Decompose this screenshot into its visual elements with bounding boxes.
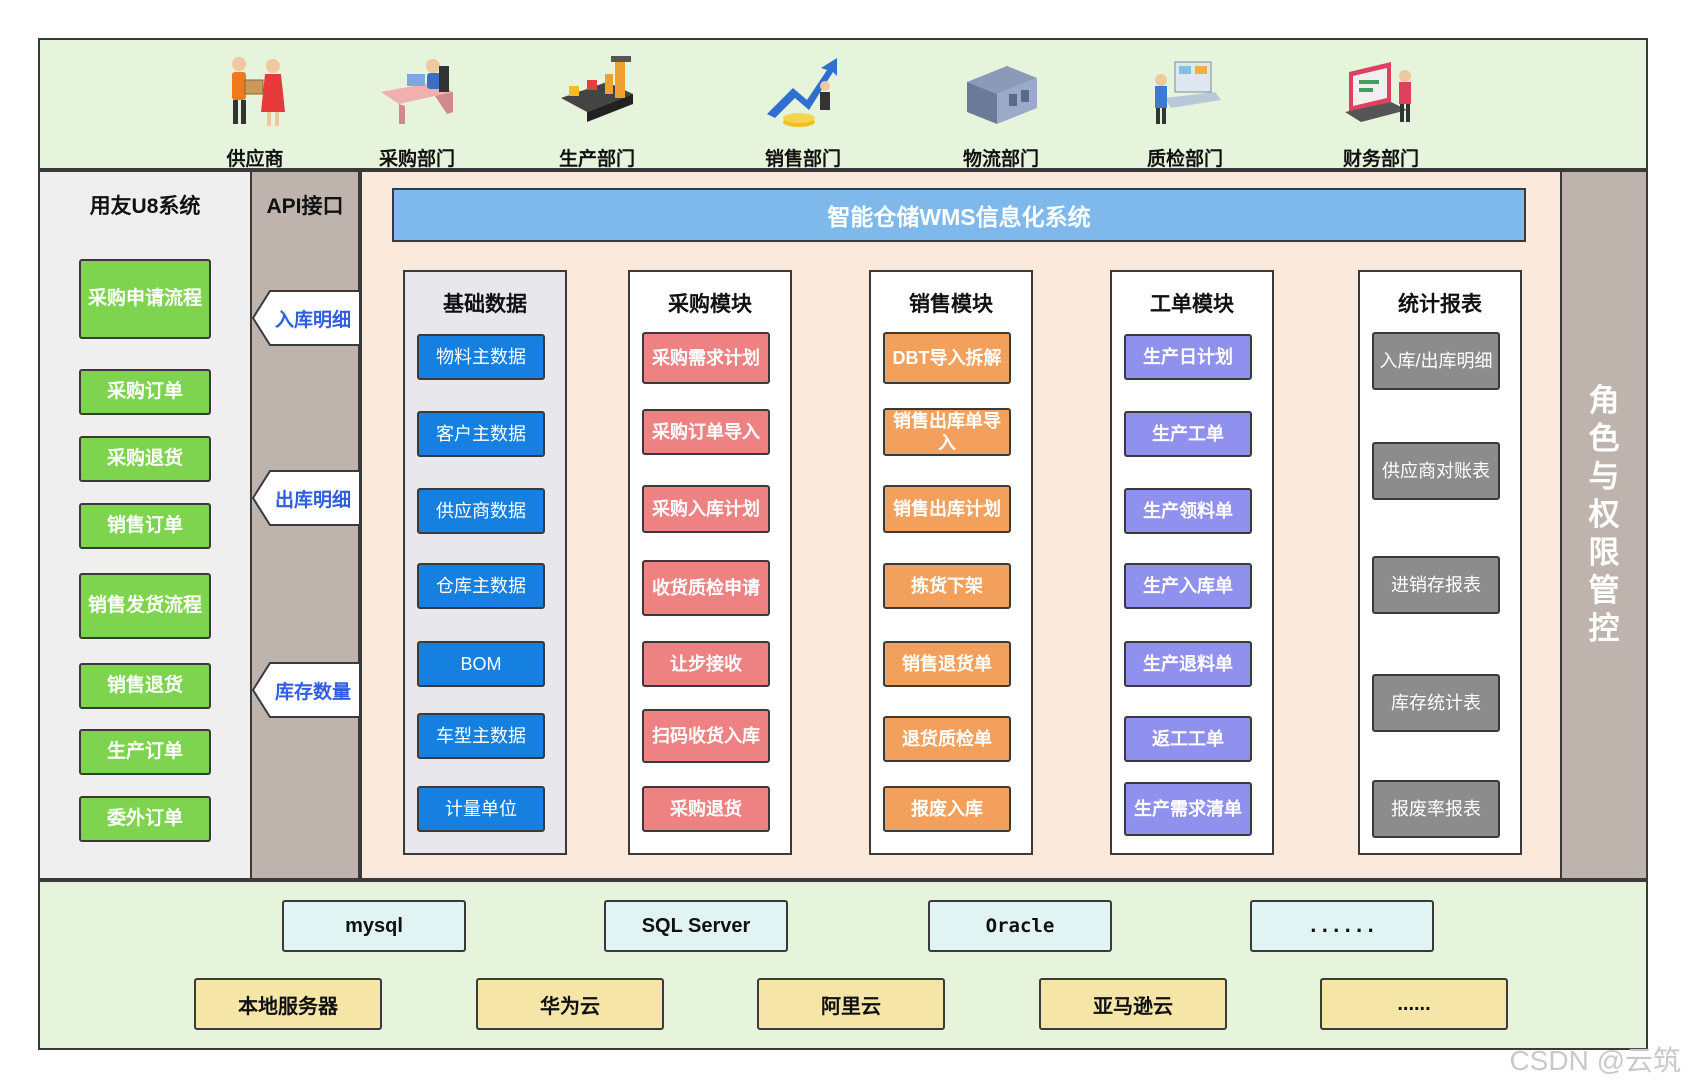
module-item: 销售出库单导入 (883, 408, 1011, 456)
module-item: 返工工单 (1124, 716, 1252, 762)
role-permission-column: 角色与权限管控 (1560, 170, 1648, 880)
department-bar: 供应商 采购部门 生产部门 销售部门 物流部门 质检部门 财务部门 (38, 38, 1648, 170)
module-basic-data: 基础数据 物料主数据 客户主数据 供应商数据 仓库主数据 BOM 车型主数据 计… (403, 270, 567, 855)
server-item: 阿里云 (757, 978, 945, 1030)
server-item: ...... (1320, 978, 1508, 1030)
module-title: 采购模块 (668, 293, 752, 316)
api-label-text: 库存数量 (274, 681, 351, 703)
wms-banner: 智能仓储WMS信息化系统 (392, 188, 1526, 242)
u8-item: 采购退货 (79, 436, 211, 482)
module-item: 生产领料单 (1124, 488, 1252, 534)
module-item: 库存统计表 (1372, 674, 1500, 732)
module-item: 销售出库计划 (883, 485, 1011, 533)
dept-supplier: 供应商 (190, 52, 320, 170)
dept-purchasing: 采购部门 (352, 52, 482, 170)
dept-label-quality: 质检部门 (1146, 149, 1223, 170)
db-item: SQL Server (604, 900, 788, 952)
module-item: 采购退货 (642, 786, 770, 832)
module-item: 生产需求清单 (1124, 782, 1252, 836)
warehouse-icon (961, 52, 1041, 132)
dept-label-purchasing: 采购部门 (378, 149, 455, 170)
dept-label-supplier: 供应商 (226, 149, 284, 170)
finance-icon (1341, 52, 1421, 132)
dept-label-sales: 销售部门 (764, 149, 841, 170)
api-label-inventory: 库存数量 (252, 662, 360, 718)
module-item: 仓库主数据 (417, 563, 545, 609)
module-item: 生产退料单 (1124, 641, 1252, 687)
module-item: 计量单位 (417, 786, 545, 832)
quality-icon (1145, 52, 1225, 132)
u8-item: 委外订单 (79, 796, 211, 842)
module-item: 进销存报表 (1372, 556, 1500, 614)
api-label-outbound: 出库明细 (252, 470, 360, 526)
watermark: CSDN @云筑 (1509, 1045, 1681, 1076)
api-label-inbound: 入库明细 (252, 290, 360, 346)
module-reports: 统计报表 入库/出库明细 供应商对账表 进销存报表 库存统计表 报废率报表 (1358, 270, 1522, 855)
u8-item: 销售退货 (79, 663, 211, 709)
api-label-text: 出库明细 (274, 489, 351, 511)
u8-item: 采购申请流程 (79, 259, 211, 339)
u8-item: 销售发货流程 (79, 573, 211, 639)
module-item: 采购入库计划 (642, 485, 770, 533)
module-title: 工单模块 (1150, 293, 1234, 316)
dept-production: 生产部门 (532, 52, 662, 170)
module-work-order: 工单模块 生产日计划 生产工单 生产领料单 生产入库单 生产退料单 返工工单 生… (1110, 270, 1274, 855)
api-label-text: 入库明细 (274, 309, 351, 331)
module-item: 报废率报表 (1372, 780, 1500, 838)
db-item: ...... (1250, 900, 1434, 952)
server-item: 华为云 (476, 978, 664, 1030)
module-item: 扫码收货入库 (642, 709, 770, 763)
module-sales: 销售模块 DBT导入拆解 销售出库单导入 销售出库计划 拣货下架 销售退货单 退… (869, 270, 1033, 855)
db-item: Oracle (928, 900, 1112, 952)
module-title: 基础数据 (443, 293, 527, 316)
dept-label-logistics: 物流部门 (962, 149, 1039, 170)
u8-system-column: 用友U8系统 采购申请流程 采购订单 采购退货 销售订单 销售发货流程 销售退货… (38, 170, 252, 880)
role-permission-label: 角色与权限管控 (1588, 383, 1620, 646)
module-item: 报废入库 (883, 786, 1011, 832)
server-item: 本地服务器 (194, 978, 382, 1030)
db-item: mysql (282, 900, 466, 952)
module-item: 销售退货单 (883, 641, 1011, 687)
module-purchasing: 采购模块 采购需求计划 采购订单导入 采购入库计划 收货质检申请 让步接收 扫码… (628, 270, 792, 855)
dept-label-finance: 财务部门 (1342, 149, 1419, 170)
module-item: 拣货下架 (883, 563, 1011, 609)
module-title: 统计报表 (1398, 293, 1482, 316)
module-item: 客户主数据 (417, 411, 545, 457)
u8-item: 销售订单 (79, 503, 211, 549)
module-title: 销售模块 (909, 293, 993, 316)
module-item: BOM (417, 641, 545, 687)
u8-title: 用友U8系统 (89, 195, 201, 218)
u8-item: 采购订单 (79, 369, 211, 415)
dept-label-production: 生产部门 (558, 149, 635, 170)
api-title: API接口 (266, 195, 344, 218)
dept-logistics: 物流部门 (936, 52, 1066, 170)
production-icon (557, 52, 637, 132)
module-item: 生产入库单 (1124, 563, 1252, 609)
module-item: 物料主数据 (417, 334, 545, 380)
module-item: 车型主数据 (417, 713, 545, 759)
module-item: 生产日计划 (1124, 334, 1252, 380)
sales-icon (763, 52, 843, 132)
module-item: 入库/出库明细 (1372, 332, 1500, 390)
module-item: DBT导入拆解 (883, 332, 1011, 384)
module-item: 供应商数据 (417, 488, 545, 534)
u8-item: 生产订单 (79, 729, 211, 775)
purchasing-icon (377, 52, 457, 132)
module-item: 让步接收 (642, 641, 770, 687)
server-item: 亚马逊云 (1039, 978, 1227, 1030)
supplier-icon (215, 52, 295, 132)
module-item: 收货质检申请 (642, 560, 770, 616)
module-item: 供应商对账表 (1372, 442, 1500, 500)
dept-sales: 销售部门 (738, 52, 868, 170)
dept-quality: 质检部门 (1120, 52, 1250, 170)
module-item: 生产工单 (1124, 411, 1252, 457)
module-item: 退货质检单 (883, 716, 1011, 762)
module-item: 采购需求计划 (642, 332, 770, 384)
dept-finance: 财务部门 (1316, 52, 1446, 170)
module-item: 采购订单导入 (642, 409, 770, 455)
api-column: API接口 入库明细 出库明细 库存数量 (250, 170, 360, 880)
